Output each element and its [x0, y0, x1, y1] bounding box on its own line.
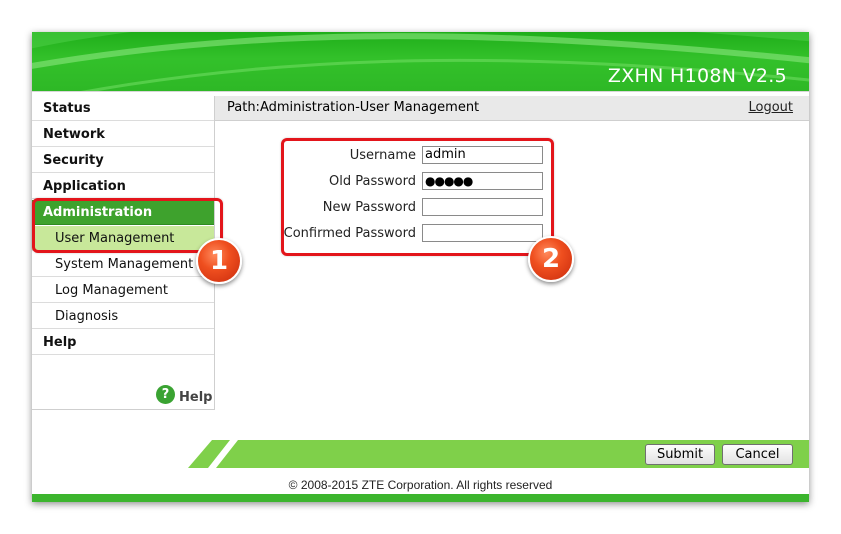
callout-box-navigation: [32, 198, 223, 253]
sidebar-item-label: Status: [43, 101, 91, 116]
sidebar-item-label: Application: [43, 179, 126, 194]
help-icon: ?: [156, 385, 175, 404]
header-banner: ZXHN H108N V2.5: [32, 32, 809, 91]
device-model: ZXHN H108N V2.5: [607, 65, 787, 87]
footer-bar: [188, 440, 809, 468]
footer-green-strip: [32, 494, 809, 502]
sidebar-item-help[interactable]: Help: [32, 330, 214, 355]
sidebar-item-status[interactable]: Status: [32, 96, 214, 121]
callout-badge-1: 1: [196, 238, 242, 284]
callout-box-form: [281, 138, 554, 256]
router-admin-window: ZXHN H108N V2.5 Status Network Security …: [32, 32, 809, 502]
sidebar-item-label: Diagnosis: [55, 309, 119, 324]
copyright-text: © 2008-2015 ZTE Corporation. All rights …: [288, 478, 553, 492]
sidebar-item-log-management[interactable]: Log Management: [32, 278, 214, 303]
sidebar-item-system-management[interactable]: System Management: [32, 252, 214, 277]
sidebar-nav: Status Network Security Application Admi…: [32, 96, 215, 410]
sidebar-item-label: System Management: [55, 257, 194, 272]
sidebar-item-security[interactable]: Security: [32, 148, 214, 173]
sidebar-item-network[interactable]: Network: [32, 122, 214, 147]
breadcrumb-bar: Path:Administration-User Management Logo…: [215, 96, 809, 121]
breadcrumb: Path:Administration-User Management: [227, 100, 480, 115]
sidebar-item-label: Security: [43, 153, 104, 168]
sidebar-item-application[interactable]: Application: [32, 174, 214, 199]
callout-badge-2: 2: [528, 236, 574, 282]
logout-link[interactable]: Logout: [748, 96, 793, 120]
help-label: Help: [179, 390, 213, 405]
submit-button[interactable]: Submit: [645, 444, 715, 465]
sidebar-item-label: Log Management: [55, 283, 168, 298]
sidebar-item-diagnosis[interactable]: Diagnosis: [32, 304, 214, 329]
cancel-button[interactable]: Cancel: [722, 444, 793, 465]
sidebar-item-label: Help: [43, 335, 77, 350]
sidebar-item-label: Network: [43, 127, 105, 142]
